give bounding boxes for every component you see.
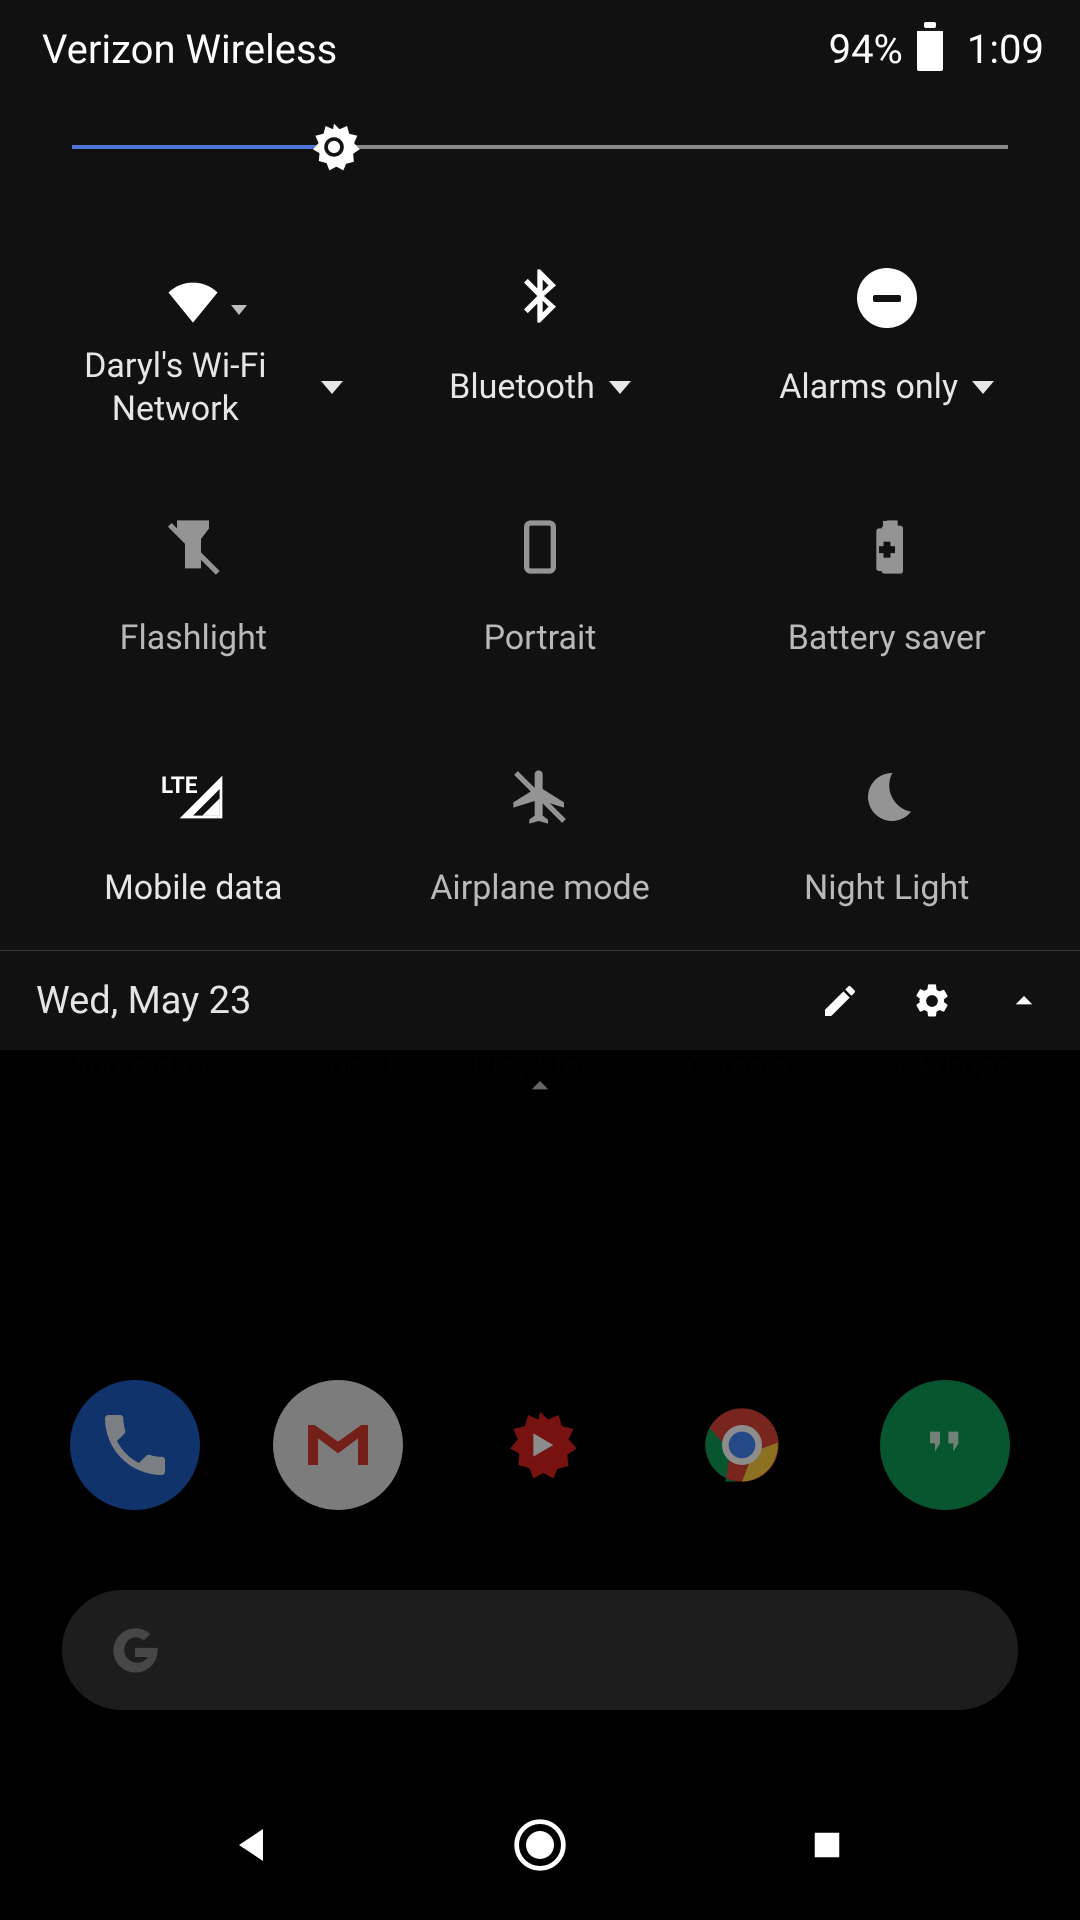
tile-label: Mobile data — [104, 867, 282, 910]
tile-wifi[interactable]: Daryl's Wi-Fi Network — [20, 259, 367, 430]
mobile-data-icon: LTE — [161, 765, 225, 833]
home-screen-dimmed — [0, 1050, 1080, 1920]
google-search-bar[interactable] — [62, 1590, 1018, 1710]
app-gmail[interactable] — [273, 1380, 403, 1510]
tile-label: Night Light — [804, 867, 969, 910]
qs-date-label: Wed, May 23 — [36, 979, 768, 1023]
app-drawer-arrow-icon[interactable] — [520, 1066, 560, 1110]
app-hangouts[interactable] — [880, 1380, 1010, 1510]
app-phone[interactable] — [70, 1380, 200, 1510]
navigation-bar — [0, 1770, 1080, 1920]
battery-icon — [917, 29, 943, 71]
wifi-signal-caret-icon — [231, 305, 247, 315]
tile-night-light[interactable]: Night Light — [713, 760, 1060, 930]
tile-label: Battery saver — [788, 617, 986, 660]
brightness-thumb[interactable] — [306, 119, 362, 175]
carrier-label: Verizon Wireless — [42, 26, 337, 73]
quick-settings-footer: Wed, May 23 — [0, 950, 1080, 1050]
flashlight-off-icon — [161, 515, 225, 583]
nav-recents-button[interactable] — [797, 1815, 857, 1875]
portrait-lock-icon — [508, 515, 572, 583]
tile-label: Airplane mode — [430, 867, 649, 910]
quick-settings-tiles: Daryl's Wi-Fi Network Bluetooth Alarms o… — [0, 187, 1080, 930]
brightness-track — [72, 145, 1008, 149]
google-g-icon — [106, 1621, 164, 1679]
tile-dnd[interactable]: Alarms only — [713, 259, 1060, 430]
tile-rotation[interactable]: Portrait — [367, 510, 714, 680]
battery-saver-icon — [855, 515, 919, 583]
battery-percent-label: 94% — [829, 26, 903, 73]
airplane-off-icon — [508, 765, 572, 833]
tile-label: Portrait — [484, 617, 597, 660]
dropdown-caret-icon[interactable] — [972, 381, 994, 394]
collapse-button[interactable] — [1004, 981, 1044, 1021]
tile-battery-saver[interactable]: Battery saver — [713, 510, 1060, 680]
dropdown-caret-icon[interactable] — [609, 381, 631, 394]
bluetooth-icon — [508, 264, 572, 332]
app-youtube[interactable] — [475, 1380, 605, 1510]
settings-button[interactable] — [912, 981, 952, 1021]
night-light-icon — [855, 765, 919, 833]
tile-flashlight[interactable]: Flashlight — [20, 510, 367, 680]
brightness-slider[interactable] — [72, 107, 1008, 187]
tile-mobile-data[interactable]: LTE Mobile data — [20, 760, 367, 930]
battery-status: 94% — [829, 26, 943, 73]
dock — [0, 1380, 1080, 1510]
clock-label: 1:09 — [967, 26, 1044, 73]
tile-label: Flashlight — [120, 617, 267, 660]
status-bar: Verizon Wireless 94% 1:09 — [0, 0, 1080, 83]
edit-tiles-button[interactable] — [820, 981, 860, 1021]
tile-bluetooth[interactable]: Bluetooth — [367, 259, 714, 430]
tile-label: Alarms only — [779, 366, 958, 409]
nav-back-button[interactable] — [223, 1815, 283, 1875]
tile-airplane[interactable]: Airplane mode — [367, 760, 714, 930]
app-chrome[interactable] — [677, 1380, 807, 1510]
svg-text:LTE: LTE — [161, 772, 198, 799]
do-not-disturb-icon — [857, 268, 917, 328]
nav-home-button[interactable] — [510, 1815, 570, 1875]
tile-label: Daryl's Wi-Fi Network — [43, 345, 307, 430]
wifi-icon — [161, 264, 225, 332]
quick-settings-panel: Verizon Wireless 94% 1:09 Daryl's Wi-Fi … — [0, 0, 1080, 1050]
dropdown-caret-icon[interactable] — [321, 381, 343, 394]
tile-label: Bluetooth — [449, 366, 595, 409]
